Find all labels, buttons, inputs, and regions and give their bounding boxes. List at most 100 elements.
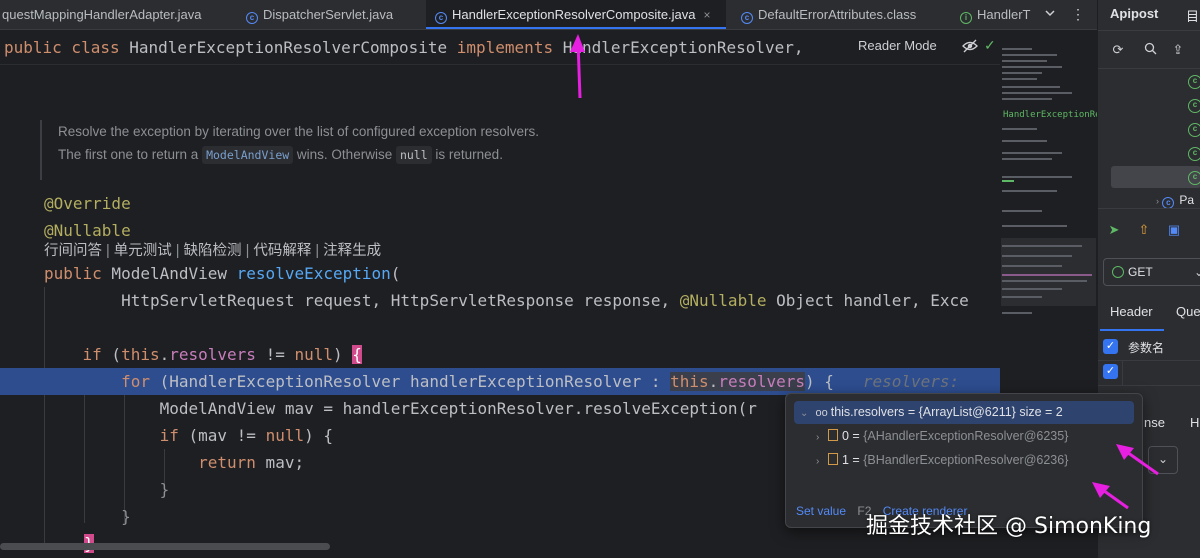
tab-label: DispatcherServlet.java	[263, 7, 394, 22]
minimap-line	[1002, 210, 1042, 212]
operator: !=	[255, 345, 295, 364]
export-icon[interactable]: ⇪	[1170, 42, 1186, 58]
ai-code-actions: 行间问答 | 单元测试 | 缺陷检测 | 代码解释 | 注释生成	[44, 239, 381, 260]
horizontal-scrollbar[interactable]	[0, 543, 330, 550]
inline-debug-hint: resolvers:	[833, 372, 969, 391]
refresh-icon[interactable]: ⟳	[1110, 42, 1126, 58]
chevron-right-icon[interactable]: ›	[816, 427, 828, 449]
array-element-icon	[828, 429, 838, 441]
close-tab-icon[interactable]: ×	[704, 8, 711, 22]
chevron-down-icon[interactable]: ⌄	[800, 402, 812, 425]
api-node-icon[interactable]: c	[1188, 123, 1200, 137]
share-icon[interactable]: ⇧	[1136, 222, 1152, 238]
tree-selected-row[interactable]	[1111, 166, 1200, 188]
javadoc-line: The first one to return a ModelAndView w…	[58, 143, 678, 166]
dot: .	[708, 372, 719, 391]
checkbox[interactable]: ✓	[1103, 364, 1118, 379]
class-icon: c	[741, 12, 753, 24]
set-value-link[interactable]: Set value	[796, 504, 846, 518]
keyword: public class	[4, 38, 120, 57]
save-icon[interactable]: ▣	[1166, 222, 1182, 238]
class-icon: c	[435, 12, 447, 24]
tool-window-title[interactable]: Apipost	[1110, 6, 1158, 21]
minimap-line	[1002, 140, 1047, 142]
ai-action-generate-comment[interactable]: 注释生成	[323, 243, 381, 259]
ai-action-inline-qa[interactable]: 行间问答	[44, 243, 102, 259]
minimap-line	[1002, 288, 1062, 290]
minimap-line	[1002, 255, 1072, 257]
tab-handler-exception-resolver-composite[interactable]: c HandlerExceptionResolverComposite.java ×	[426, 0, 726, 29]
ai-action-unit-test[interactable]: 单元测试	[114, 243, 172, 259]
ai-action-defect-detect[interactable]: 缺陷检测	[184, 243, 242, 259]
params-text: HttpServletRequest request, HttpServletR…	[44, 291, 680, 310]
keyword: null	[294, 345, 333, 364]
element-index: 0	[842, 429, 849, 443]
tab-dispatcher-servlet[interactable]: c DispatcherServlet.java	[240, 0, 420, 29]
override-annotation: @Override	[44, 194, 131, 213]
keyword: this	[670, 372, 709, 391]
class-declaration: public class HandlerExceptionResolverCom…	[4, 34, 804, 61]
minimap-line	[1002, 54, 1057, 56]
tab-default-error-attributes[interactable]: c DefaultErrorAttributes.class	[732, 0, 942, 29]
search-icon[interactable]	[1142, 42, 1158, 58]
tab-header[interactable]: Header	[1110, 304, 1153, 319]
condition: (mav !=	[178, 426, 266, 445]
minimap-line	[1002, 78, 1037, 80]
paren: (	[101, 345, 122, 364]
minimap-line	[1002, 265, 1062, 267]
api-node-icon[interactable]: c	[1188, 99, 1200, 113]
return-value: mav;	[255, 453, 305, 472]
tool-window-tab[interactable]: 目	[1186, 6, 1199, 25]
minimap-line	[1002, 128, 1037, 130]
tab-label: questMappingHandlerAdapter.java	[2, 7, 202, 22]
divider	[1098, 30, 1200, 31]
method-params: HttpServletRequest request, HttpServletR…	[44, 287, 969, 314]
chevron-right-icon[interactable]: ›	[816, 451, 828, 473]
method-label: GET	[1128, 265, 1153, 279]
ai-action-explain-code[interactable]: 代码解释	[253, 243, 311, 259]
headers-tab[interactable]: H	[1190, 415, 1199, 430]
debug-root-node[interactable]: ⌄ oo this.resolvers = {ArrayList@6211} si…	[794, 401, 1134, 424]
api-node-icon[interactable]: c	[1188, 75, 1200, 89]
tab-query[interactable]: Que	[1176, 304, 1200, 319]
api-node-icon[interactable]: c	[1188, 171, 1200, 185]
javadoc-code: null	[395, 146, 432, 164]
minimap-line	[1002, 72, 1042, 74]
matched-brace: {	[352, 345, 362, 364]
annotation-arrow	[1116, 444, 1159, 476]
send-icon[interactable]: ➤	[1106, 222, 1122, 238]
return-type: ModelAndView	[101, 264, 237, 283]
eye-crossed-icon[interactable]	[962, 38, 978, 54]
minimap-line	[1002, 60, 1047, 62]
sticky-class-header: public class HandlerExceptionResolverCom…	[0, 30, 1000, 65]
more-options-icon[interactable]: ⋮	[1068, 5, 1088, 25]
reader-mode-button[interactable]: Reader Mode	[858, 38, 937, 53]
minimap-line	[1002, 296, 1042, 298]
debug-child-row[interactable]: › 0 = {AHandlerExceptionResolver@6235}	[816, 425, 1068, 447]
tab-handler-interface[interactable]: i HandlerT	[952, 0, 1034, 29]
checkbox[interactable]: ✓	[1103, 339, 1118, 354]
debug-child-row[interactable]: › 1 = {BHandlerExceptionResolver@6236}	[816, 449, 1068, 471]
minimap-line	[1002, 190, 1057, 192]
keyword: this	[121, 345, 160, 364]
response-tab[interactable]: nse	[1144, 415, 1165, 430]
tree-node[interactable]: › c Pa	[1156, 193, 1194, 209]
http-method-select[interactable]: GET ⌄	[1103, 258, 1200, 286]
if-mav-statement: if (mav != null) {	[44, 422, 333, 449]
keyword: null	[265, 426, 305, 445]
api-node-icon[interactable]: c	[1188, 147, 1200, 161]
minimap-change-marker	[1002, 180, 1014, 182]
javadoc-comment: Resolve the exception by iterating over …	[40, 120, 678, 180]
tab-label: HandlerT	[977, 7, 1031, 22]
divider	[1098, 385, 1200, 386]
return-statement: return mav;	[44, 449, 304, 476]
loop-header: (HandlerExceptionResolver handlerExcepti…	[149, 372, 671, 391]
closing-brace: }	[44, 480, 170, 499]
tree-node-label: Pa	[1179, 193, 1195, 207]
chevron-down-icon[interactable]	[1040, 5, 1060, 25]
active-tab-indicator	[1100, 329, 1164, 331]
tab-request-mapping-handler-adapter[interactable]: questMappingHandlerAdapter.java	[0, 0, 232, 29]
divider	[1122, 360, 1123, 385]
